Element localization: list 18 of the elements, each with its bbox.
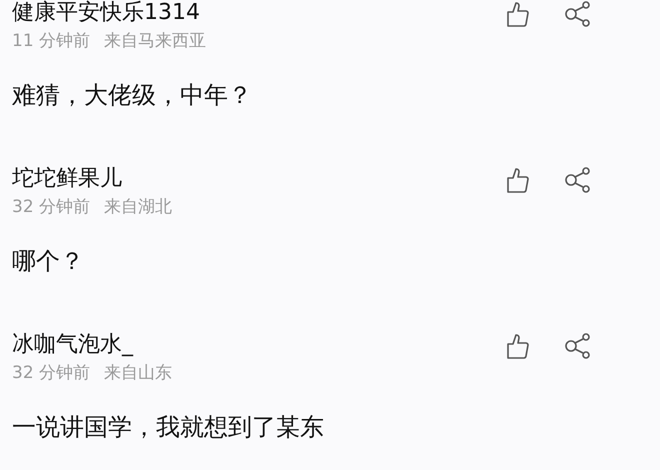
thumbs-up-icon[interactable]	[506, 1, 530, 27]
comment-time: 32 分钟前	[12, 362, 90, 385]
share-icon[interactable]	[564, 167, 592, 193]
comment-time: 32 分钟前	[12, 196, 90, 219]
share-icon[interactable]	[564, 333, 592, 359]
share-icon[interactable]	[564, 1, 592, 27]
comment-location: 来自马来西亚	[104, 30, 206, 53]
author-name: 冰咖气泡水_	[12, 330, 133, 358]
author-name: 健康平安快乐1314	[12, 0, 200, 26]
author-name: 坨坨鲜果儿	[12, 164, 122, 192]
comment-location: 来自湖北	[104, 196, 172, 219]
thumbs-up-icon[interactable]	[506, 167, 530, 193]
comment-text: 难猜，大佬级，中年？	[12, 80, 252, 108]
comment-text: 哪个？	[12, 246, 84, 274]
thumbs-up-icon[interactable]	[506, 333, 530, 359]
comment-text: 一说讲国学，我就想到了某东	[12, 412, 324, 440]
comment-time: 11 分钟前	[12, 30, 90, 53]
comment-location: 来自山东	[104, 362, 172, 385]
